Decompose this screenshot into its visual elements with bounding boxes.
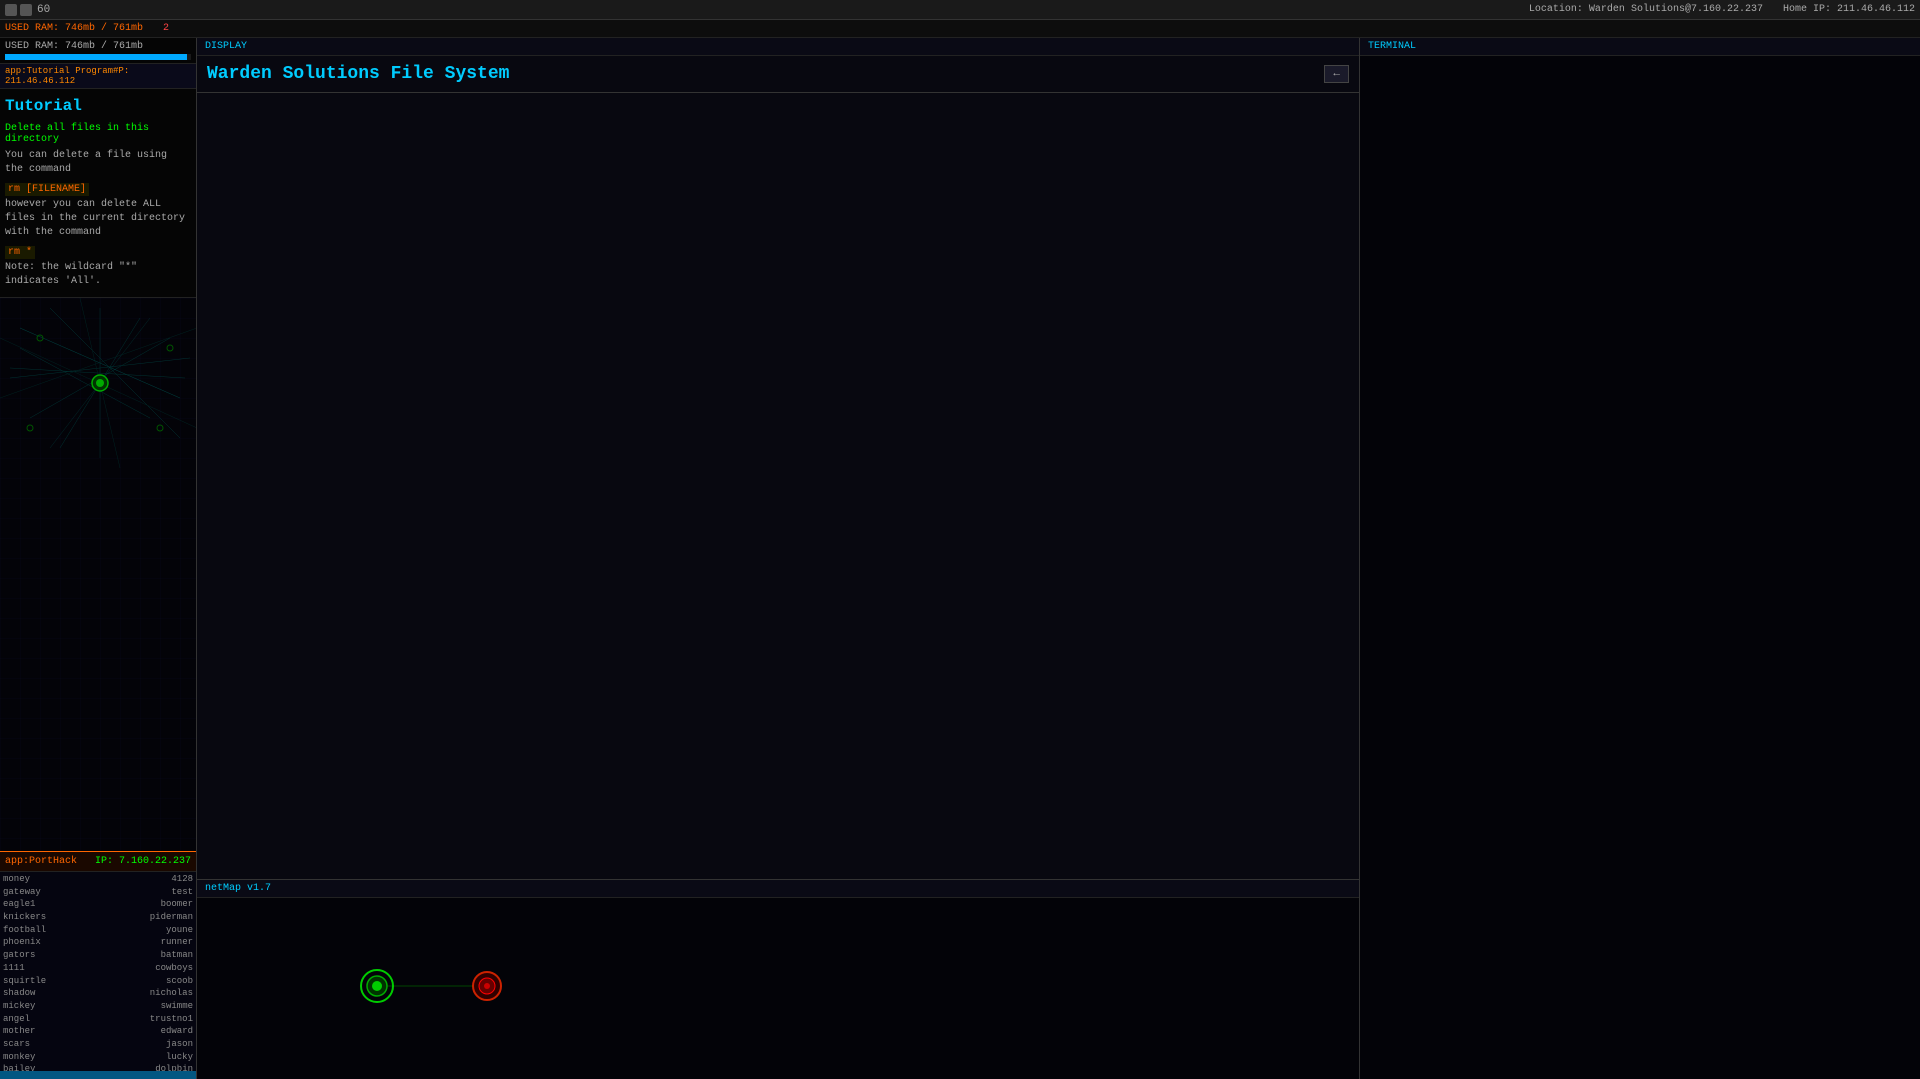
password-item-right: lucky [101, 1052, 194, 1064]
main-layout: USED RAM: 746mb / 761mb app:Tutorial Pro… [0, 38, 1920, 1079]
password-item-right: runner [101, 937, 194, 949]
top-bar-icons [5, 4, 32, 16]
password-item-left: eagle1 [3, 899, 96, 911]
password-item-right: edward [101, 1026, 194, 1038]
ram-badge: 2 [163, 23, 169, 34]
password-item-left: squirtle [3, 976, 96, 988]
filesystem-title: Warden Solutions File System [207, 64, 509, 84]
password-item-left: football [3, 925, 96, 937]
file-list [197, 93, 1359, 879]
netmap-section: netMap v1.7 [197, 879, 1359, 1079]
app-icon-2 [20, 4, 32, 16]
password-item-left: gateway [3, 887, 96, 899]
tutorial-heading: Delete all files in this directory [5, 123, 191, 145]
netmap-canvas [197, 898, 1359, 1075]
app-icon-1 [5, 4, 17, 16]
password-list: moneygatewayeagle1knickersfootballphoeni… [0, 871, 196, 1071]
display-header-text: DISPLAY [205, 41, 247, 52]
tutorial-command2: rm * [5, 246, 35, 259]
tutorial-note: Note: the wildcard "*" indicates 'All'. [5, 261, 191, 289]
scroll-bar[interactable] [0, 1071, 196, 1079]
password-item-left: angel [3, 1014, 96, 1026]
password-col-right: 4128testboomerpidermanyounerunnerbatmanc… [101, 874, 194, 1069]
password-item-right: dolpbin [101, 1064, 194, 1071]
second-bar: USED RAM: 746mb / 761mb 2 [0, 20, 1920, 38]
right-panel: TERMINAL [1360, 38, 1920, 1079]
top-bar-right: Location: Warden Solutions@7.160.22.237 … [1529, 4, 1915, 15]
password-item-left: bailey [3, 1064, 96, 1071]
password-item-right: swimme [101, 1001, 194, 1013]
app-info: app:Tutorial Program#P: 211.46.46.112 [0, 64, 196, 89]
password-item-left: knickers [3, 912, 96, 924]
password-item-right: trustno1 [101, 1014, 194, 1026]
password-item-right: piderman [101, 912, 194, 924]
password-item-right: boomer [101, 899, 194, 911]
password-item-right: jason [101, 1039, 194, 1051]
top-bar-left: 60 [5, 4, 50, 16]
location-text: Location: Warden Solutions@7.160.22.237 [1529, 4, 1763, 15]
password-item-right: test [101, 887, 194, 899]
terminal-header-text: TERMINAL [1368, 41, 1416, 52]
ram-used-label: USED RAM: 746mb / 761mb [5, 41, 143, 52]
password-item-left: 1111 [3, 963, 96, 975]
password-item-left: scars [3, 1039, 96, 1051]
tutorial-text1: You can delete a file using the command [5, 149, 191, 177]
ram-section: USED RAM: 746mb / 761mb [0, 38, 196, 64]
password-item-left: mickey [3, 1001, 96, 1013]
tutorial-text2: however you can delete ALL files in the … [5, 198, 191, 240]
network-svg [0, 298, 196, 851]
password-item-right: scoob [101, 976, 194, 988]
home-ip-text: Home IP: 211.46.46.112 [1783, 4, 1915, 15]
porthack-ip: IP: 7.160.22.237 [95, 856, 191, 867]
password-item-left: mother [3, 1026, 96, 1038]
terminal-header: TERMINAL [1360, 38, 1920, 56]
display-header: DISPLAY [197, 38, 1359, 56]
password-item-left: phoenix [3, 937, 96, 949]
ram-label: USED RAM: 746mb / 761mb [5, 23, 143, 34]
porthack-label: app:PortHack [5, 856, 77, 867]
netmap-header: netMap v1.7 [197, 880, 1359, 898]
password-item-left: gators [3, 950, 96, 962]
left-panel: USED RAM: 746mb / 761mb app:Tutorial Pro… [0, 38, 197, 1079]
porthack-section: app:PortHack IP: 7.160.22.237 [0, 851, 196, 871]
password-item-right: 4128 [101, 874, 194, 886]
ram-bar-container [5, 54, 191, 60]
password-col-left: moneygatewayeagle1knickersfootballphoeni… [3, 874, 96, 1069]
top-bar: 60 Location: Warden Solutions@7.160.22.2… [0, 0, 1920, 20]
tutorial-title: Tutorial [5, 97, 191, 115]
middle-panel: DISPLAY Warden Solutions File System ← n… [197, 38, 1360, 1079]
back-button[interactable]: ← [1324, 65, 1349, 83]
tutorial-command1: rm [FILENAME] [5, 183, 89, 196]
password-item-right: batman [101, 950, 194, 962]
filesystem-title-bar: Warden Solutions File System ← [197, 56, 1359, 93]
password-item-left: money [3, 874, 96, 886]
password-item-left: monkey [3, 1052, 96, 1064]
password-item-left: shadow [3, 988, 96, 1000]
password-item-right: youne [101, 925, 194, 937]
password-item-right: nicholas [101, 988, 194, 1000]
top-bar-number: 60 [37, 4, 50, 16]
app-tutorial-text: app:Tutorial Program#P: 211.46.46.112 [5, 66, 129, 86]
tutorial-section: Tutorial Delete all files in this direct… [0, 89, 196, 298]
netmap-svg [197, 898, 1359, 1075]
ram-bar [5, 54, 187, 60]
terminal-content [1360, 56, 1920, 1079]
password-item-right: cowboys [101, 963, 194, 975]
network-visualization [0, 298, 196, 851]
